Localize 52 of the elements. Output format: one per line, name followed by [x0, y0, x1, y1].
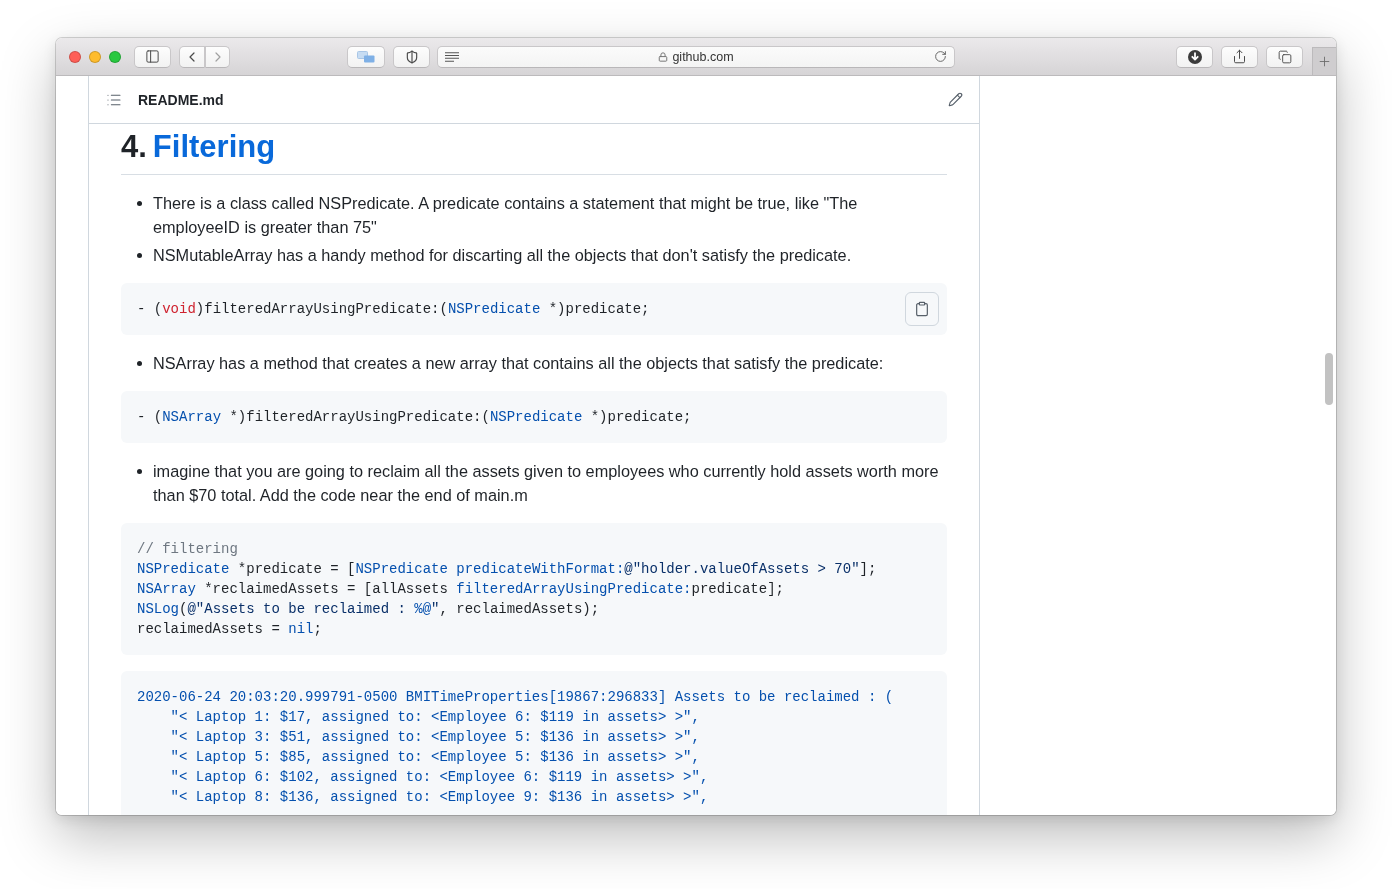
- clipboard-icon: [914, 301, 930, 317]
- shield-icon: [404, 49, 419, 64]
- code-line: "< Laptop 8: $136, assigned to: <Employee 9: $136 in assets> >",: [169, 788, 709, 807]
- lock-icon: [658, 51, 669, 62]
- bullet-icon: [137, 253, 142, 258]
- code-line: "< Laptop 1: $17, assigned to: <Employee 6: $119 in assets> >",: [169, 708, 700, 727]
- bullet-icon: [137, 201, 142, 206]
- reload-icon[interactable]: [933, 50, 947, 63]
- code-line: NSLog(@"Assets to be reclaimed : %@", reclaimedAssets);: [137, 600, 600, 619]
- close-icon[interactable]: [69, 50, 81, 63]
- url-text: github.com: [672, 49, 734, 64]
- pencil-icon[interactable]: [948, 92, 963, 107]
- list-item-text: There is a class called NSPredicate. A predicate contains a statement that might be true, like "The employeeID is greater than 75": [153, 193, 859, 238]
- bullet-icon: [137, 361, 142, 366]
- shield-button[interactable]: [393, 45, 430, 68]
- scrollbar-thumb[interactable]: [1325, 353, 1333, 405]
- share-button[interactable]: [1221, 45, 1258, 68]
- bullet-icon: [137, 469, 142, 474]
- copy-button[interactable]: [905, 292, 939, 326]
- code-line: NSPredicate *predicate = [NSPredicate predicateWithFormat:@"holder.valueOfAssets > 70"];: [137, 560, 877, 579]
- tabs-button[interactable]: [1266, 45, 1303, 68]
- sidebar-button[interactable]: [134, 45, 171, 68]
- download-button[interactable]: [1176, 45, 1213, 68]
- list-item-text: NSArray has a method that creates a new array that contains all the objects that satisfy the predicate:: [153, 353, 884, 374]
- reader-icon[interactable]: [445, 51, 459, 62]
- code-line: 2020-06-24 20:03:20.999791-0500 BMITimeProperties[19867:296833] Assets to be reclaimed : (: [137, 688, 894, 707]
- code-line: "< Laptop 3: $51, assigned to: <Employee 5: $136 in assets> >",: [169, 728, 700, 747]
- share-icon: [1232, 49, 1247, 64]
- minimize-icon[interactable]: [89, 50, 101, 63]
- maximize-icon[interactable]: [109, 50, 121, 63]
- code-line: "< Laptop 5: $85, assigned to: <Employee 5: $136 in assets> >",: [169, 748, 700, 767]
- heading-number: 4.: [121, 128, 147, 166]
- tabs-icon: [1277, 49, 1292, 64]
- back-button[interactable]: [179, 45, 205, 68]
- download-icon: [1187, 49, 1202, 64]
- forward-button[interactable]: [205, 45, 230, 68]
- new-tab-button[interactable]: [1312, 47, 1336, 75]
- code-line: reclaimedAssets = nil;: [137, 620, 322, 639]
- code-line: - (void)filteredArrayUsingPredicate:(NSPredicate *)predicate;: [137, 300, 650, 319]
- code-line: // filtering: [137, 540, 238, 559]
- code-line: NSArray *reclaimedAssets = [allAssets filteredArrayUsingPredicate:predicate];: [137, 580, 784, 599]
- list-item-text: imagine that you are going to reclaim all the assets given to employees who currently hold assets worth more than $70 total. Add the code near the end of main.m: [153, 461, 940, 506]
- address-field[interactable]: github.com: [437, 45, 955, 68]
- code-line: "< Laptop 6: $102, assigned to: <Employee 6: $119 in assets> >",: [169, 768, 709, 787]
- code-line: - (NSArray *)filteredArrayUsingPredicate:(NSPredicate *)predicate;: [137, 408, 692, 427]
- heading-link[interactable]: Filtering: [152, 127, 276, 167]
- file-name: README.md: [138, 91, 224, 108]
- windows-button[interactable]: [347, 45, 385, 68]
- windows-icon: [357, 50, 375, 63]
- plus-icon: [1317, 54, 1332, 69]
- list-item-text: NSMutableArray has a handy method for discarting all the objects that don't satisfy the predicate.: [153, 245, 852, 266]
- sidebar-icon: [145, 49, 160, 64]
